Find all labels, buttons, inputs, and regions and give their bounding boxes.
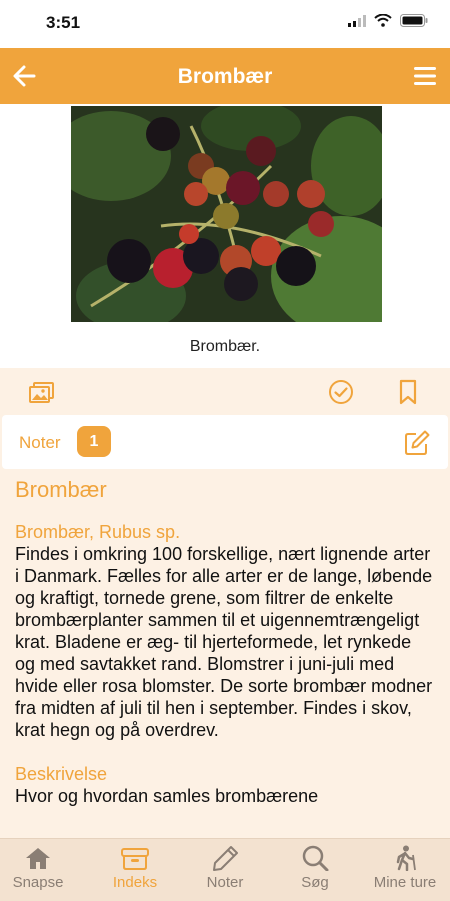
archive-box-icon bbox=[121, 848, 149, 870]
article-content: Brombær Brombær, Rubus sp. Findes i omkr… bbox=[15, 475, 435, 838]
search-icon bbox=[302, 845, 329, 871]
status-icons bbox=[348, 14, 428, 27]
hiker-icon bbox=[396, 845, 416, 871]
nav-label: Søg bbox=[301, 874, 329, 891]
blackberry-photo-illustration bbox=[71, 106, 382, 322]
nav-label: Indeks bbox=[112, 874, 158, 891]
status-bar: 3:51 bbox=[0, 0, 450, 48]
edit-note-button[interactable] bbox=[402, 428, 432, 458]
nav-label: Mine ture bbox=[373, 874, 437, 891]
photo-caption: Brombær. bbox=[189, 338, 261, 355]
notes-count-badge: 1 bbox=[77, 426, 111, 457]
bookmark-button[interactable] bbox=[394, 378, 422, 406]
nav-label: Snapse bbox=[12, 874, 64, 891]
blackberry-photo[interactable] bbox=[71, 106, 382, 322]
status-time: 3:51 bbox=[46, 13, 81, 32]
nav-item-snapse[interactable]: Snapse bbox=[0, 845, 83, 895]
mark-found-button[interactable] bbox=[327, 378, 355, 406]
wifi-icon bbox=[374, 14, 392, 27]
pencil-icon bbox=[213, 846, 238, 871]
nav-item-mine-ture[interactable]: Mine ture bbox=[360, 845, 450, 895]
section-title: Beskrivelse bbox=[15, 764, 108, 784]
section-body: Findes i omkring 100 forskellige, nært l… bbox=[15, 544, 433, 740]
hamburger-menu-icon bbox=[414, 67, 436, 85]
notes-bar[interactable]: Noter 1 bbox=[2, 415, 448, 469]
nav-item-indeks[interactable]: Indeks bbox=[90, 845, 180, 895]
section-species: Brombær, Rubus sp. Findes i omkring 100 … bbox=[15, 521, 435, 741]
notes-label: Noter bbox=[19, 433, 61, 452]
bottom-nav: Snapse Indeks Noter Søg Mine ture bbox=[0, 838, 450, 901]
action-row bbox=[0, 368, 450, 414]
home-icon bbox=[26, 848, 50, 869]
bookmark-icon bbox=[399, 379, 417, 405]
app-header: Brombær bbox=[0, 48, 450, 104]
nav-label: Noter bbox=[206, 874, 244, 891]
image-gallery-icon bbox=[29, 382, 54, 403]
page-title: Brombær bbox=[177, 65, 273, 88]
gallery-button[interactable] bbox=[28, 378, 56, 406]
menu-button[interactable] bbox=[410, 61, 440, 91]
section-title: Brombær, Rubus sp. bbox=[15, 522, 181, 542]
nav-item-sog[interactable]: Søg bbox=[270, 845, 360, 895]
check-circle-icon bbox=[329, 380, 353, 404]
article-title: Brombær bbox=[15, 477, 107, 502]
signal-icon bbox=[348, 14, 366, 27]
battery-icon bbox=[400, 14, 428, 27]
section-body: Hvor og hvordan samles brombærene bbox=[15, 786, 319, 806]
edit-pencil-icon bbox=[405, 430, 430, 455]
nav-item-noter[interactable]: Noter bbox=[180, 845, 270, 895]
section-description: Beskrivelse Hvor og hvordan samles bromb… bbox=[15, 763, 435, 807]
photo-area: Brombær. bbox=[0, 104, 450, 368]
